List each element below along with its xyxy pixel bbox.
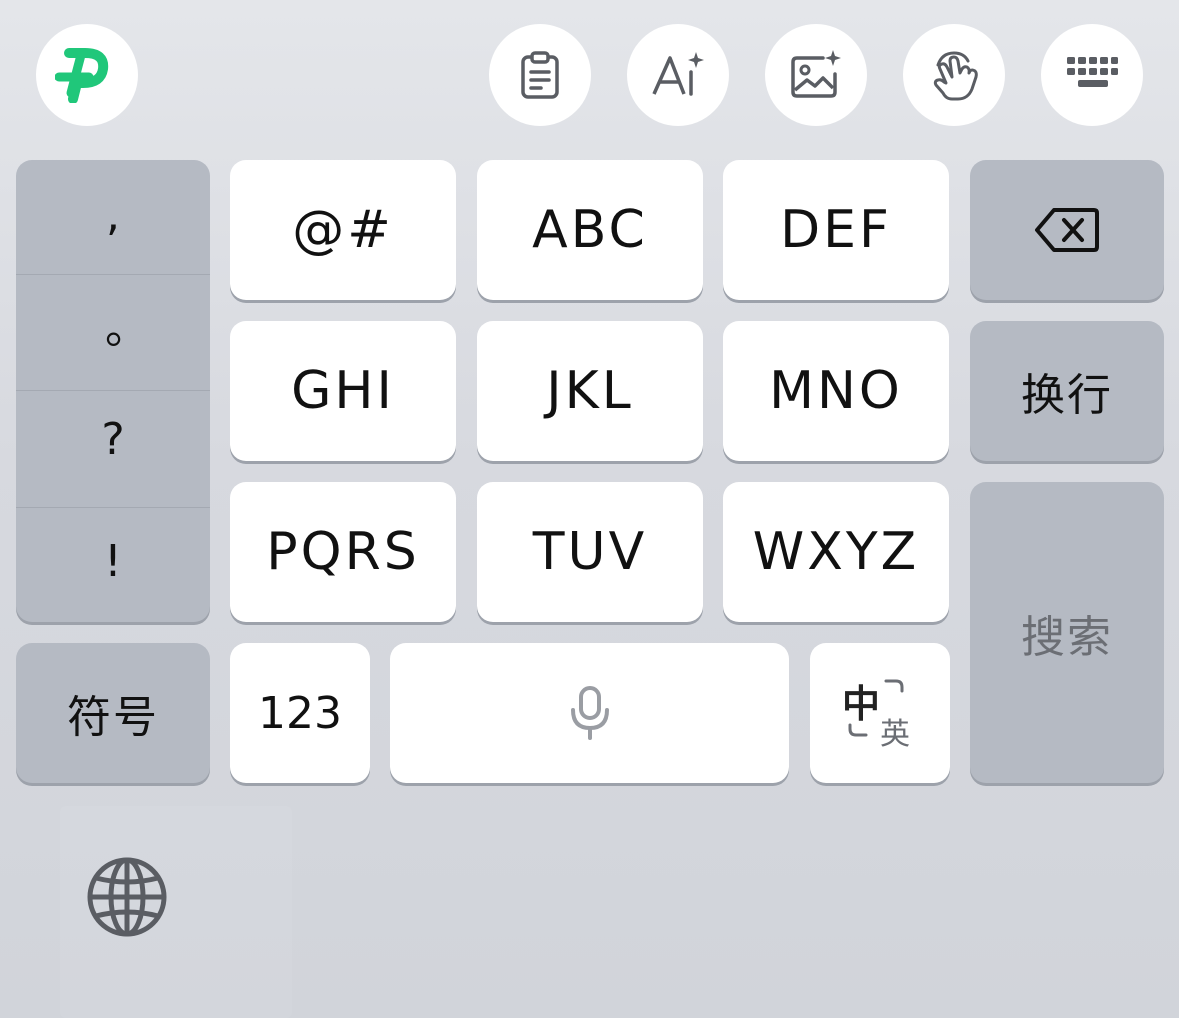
numbers-key[interactable]: 123 <box>230 643 370 783</box>
key-5-label: JKL <box>546 361 634 421</box>
key-1-symbols[interactable]: @# <box>230 160 456 300</box>
key-6-mno[interactable]: MNO <box>723 321 949 461</box>
ai-write-button[interactable] <box>627 24 729 126</box>
keyboard-icon <box>1067 57 1118 87</box>
punct-comma-label: , <box>106 189 120 241</box>
brand-p-logo-icon <box>55 48 109 103</box>
language-switch-glyph: 中 英 <box>840 673 920 753</box>
key-7-label: PQRS <box>266 522 420 582</box>
punct-comma-key[interactable]: , <box>16 160 210 274</box>
punctuation-column: , 。 ? ! <box>16 160 210 622</box>
ai-sparkle-icon <box>652 52 704 96</box>
image-sparkle-icon <box>791 50 841 98</box>
space-key[interactable] <box>390 643 789 783</box>
punct-period-label: 。 <box>105 303 149 354</box>
key-5-jkl[interactable]: JKL <box>477 321 703 461</box>
clipboard-button[interactable] <box>489 24 591 126</box>
punct-exclaim-label: ! <box>104 535 122 587</box>
key-8-label: TUV <box>532 522 648 582</box>
swap-arrows-icon <box>848 679 904 737</box>
punct-exclaim-key[interactable]: ! <box>16 508 210 622</box>
key-4-ghi[interactable]: GHI <box>230 321 456 461</box>
key-2-abc[interactable]: ABC <box>477 160 703 300</box>
punct-question-label: ? <box>101 413 125 465</box>
key-3-label: DEF <box>780 200 892 260</box>
hand-tap-icon <box>933 51 978 101</box>
backspace-key[interactable] <box>970 160 1164 300</box>
hide-keyboard-button[interactable] <box>1041 24 1143 126</box>
punct-question-key[interactable]: ? <box>16 391 210 507</box>
newline-key[interactable]: 换行 <box>970 321 1164 461</box>
globe-icon[interactable] <box>86 856 168 938</box>
key-3-def[interactable]: DEF <box>723 160 949 300</box>
search-key[interactable]: 搜索 <box>970 482 1164 783</box>
key-8-tuv[interactable]: TUV <box>477 482 703 622</box>
newline-label: 换行 <box>1021 370 1113 421</box>
key-6-label: MNO <box>769 361 903 421</box>
ai-image-button[interactable] <box>765 24 867 126</box>
key-1-label: @# <box>292 200 394 260</box>
brand-logo-button[interactable] <box>36 24 138 126</box>
search-label: 搜索 <box>1021 611 1113 663</box>
punct-period-key[interactable]: 。 <box>16 275 210 389</box>
backspace-icon <box>1035 208 1099 252</box>
clipboard-icon <box>521 51 559 99</box>
symbols-label: 符号 <box>67 692 159 743</box>
symbols-key[interactable]: 符号 <box>16 643 210 783</box>
key-2-label: ABC <box>532 200 648 260</box>
gesture-button[interactable] <box>903 24 1005 126</box>
language-switch-key[interactable]: 中 英 <box>810 643 950 783</box>
key-7-pqrs[interactable]: PQRS <box>230 482 456 622</box>
key-4-label: GHI <box>291 361 395 421</box>
key-9-wxyz[interactable]: WXYZ <box>723 482 949 622</box>
key-9-label: WXYZ <box>752 522 920 582</box>
numbers-label: 123 <box>258 687 342 739</box>
microphone-icon <box>570 686 609 740</box>
